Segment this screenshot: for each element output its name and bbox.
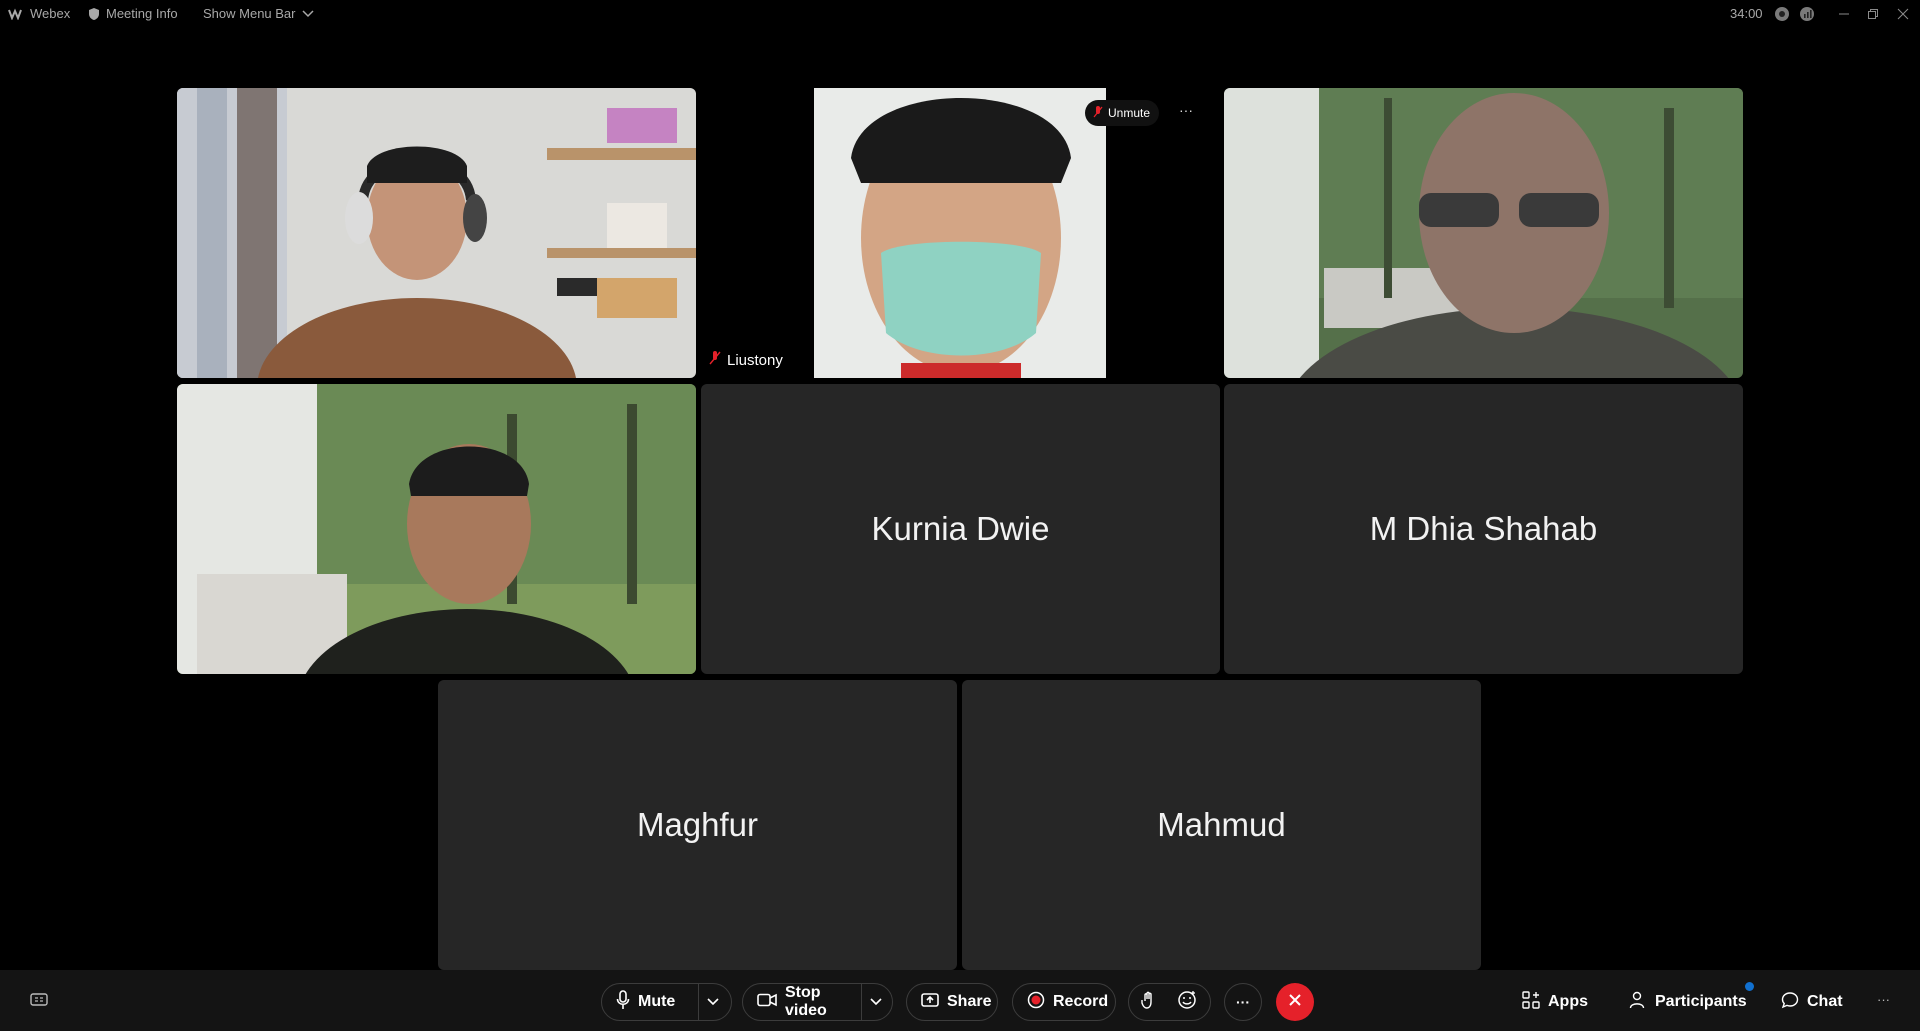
app-title: Webex xyxy=(8,6,70,21)
network-health-icon[interactable] xyxy=(1797,4,1817,24)
mute-label: Mute xyxy=(638,993,676,1010)
more-label: ··· xyxy=(1236,994,1250,1010)
share-label: Share xyxy=(947,993,992,1010)
chat-button[interactable]: Chat xyxy=(1781,983,1843,1021)
raise-hand-button[interactable] xyxy=(1129,984,1169,1020)
video-options-dropdown[interactable] xyxy=(862,984,890,1020)
participants-button[interactable]: Participants xyxy=(1629,983,1747,1021)
participants-icon xyxy=(1629,991,1647,1014)
chat-bubble-icon xyxy=(1781,991,1799,1014)
mic-muted-icon xyxy=(1093,105,1103,122)
overflow-menu-button[interactable]: ··· xyxy=(1877,992,1890,1007)
video-tile-participant-3[interactable] xyxy=(1224,88,1743,378)
video-tile-liustony[interactable]: Unmute ··· Liustony xyxy=(701,88,1220,378)
unmute-button[interactable]: Unmute xyxy=(1085,100,1159,126)
more-options-button[interactable]: ··· xyxy=(1224,983,1262,1021)
apps-grid-icon xyxy=(1522,990,1540,1014)
chevron-down-icon xyxy=(870,993,882,1011)
reactions-button[interactable] xyxy=(1169,984,1197,1020)
shield-icon xyxy=(88,7,100,21)
participant-name: Kurnia Dwie xyxy=(871,510,1050,547)
notification-dot xyxy=(1745,982,1754,991)
captions-icon[interactable] xyxy=(30,992,48,1013)
meeting-controls-bar: Mute Stop video Share Record ··· Apps Pa… xyxy=(0,970,1920,1031)
video-tile-maghfur[interactable]: Maghfur xyxy=(438,680,957,970)
record-label: Record xyxy=(1053,993,1109,1010)
mute-control: Mute xyxy=(601,983,732,1021)
tile-more-options-button[interactable]: ··· xyxy=(1179,102,1193,118)
video-tile-m-dhia-shahab[interactable]: M Dhia Shahab xyxy=(1224,384,1743,674)
mic-muted-icon xyxy=(709,350,721,370)
app-name: Webex xyxy=(30,6,71,21)
participant-video xyxy=(1224,88,1743,378)
meeting-info-label: Meeting Info xyxy=(106,6,178,21)
participant-name: Mahmud xyxy=(1157,806,1286,843)
record-button[interactable]: Record xyxy=(1012,983,1116,1021)
unmute-label: Unmute xyxy=(1108,106,1151,120)
mute-button[interactable]: Mute xyxy=(602,984,698,1020)
participant-name: Liustony xyxy=(727,351,783,369)
microphone-icon xyxy=(616,989,630,1015)
webex-logo-icon xyxy=(8,7,24,20)
raise-hand-icon xyxy=(1141,991,1155,1014)
timer-text: 34:00 xyxy=(1730,6,1763,21)
video-tile-mahmud[interactable]: Mahmud xyxy=(962,680,1481,970)
participant-video xyxy=(177,384,696,674)
share-screen-icon xyxy=(921,992,939,1013)
record-icon xyxy=(1027,991,1045,1014)
chevron-down-icon xyxy=(301,9,314,18)
title-bar: Webex Meeting Info Show Menu Bar 34:00 xyxy=(0,0,1920,30)
restore-icon[interactable] xyxy=(1863,4,1883,24)
meeting-timer: 34:00 xyxy=(1730,6,1763,21)
show-menu-bar-label: Show Menu Bar xyxy=(203,6,296,21)
participant-video xyxy=(177,88,696,378)
apps-button[interactable]: Apps xyxy=(1522,983,1588,1021)
participant-video xyxy=(701,88,1220,378)
end-call-button[interactable] xyxy=(1276,983,1314,1021)
stop-video-button[interactable]: Stop video xyxy=(743,984,861,1020)
meeting-info-button[interactable]: Meeting Info xyxy=(88,6,178,21)
participant-name: Maghfur xyxy=(636,806,759,843)
emoji-reaction-icon xyxy=(1177,990,1197,1015)
audio-options-dropdown[interactable] xyxy=(699,984,727,1020)
video-tile-participant-1[interactable] xyxy=(177,88,696,378)
participants-label: Participants xyxy=(1655,993,1747,1010)
reactions-control xyxy=(1128,983,1211,1021)
video-tile-participant-4[interactable] xyxy=(177,384,696,674)
apps-label: Apps xyxy=(1548,993,1588,1010)
close-window-icon[interactable] xyxy=(1893,4,1913,24)
video-camera-icon xyxy=(757,993,777,1012)
close-icon xyxy=(1288,993,1302,1012)
chevron-down-icon xyxy=(707,993,719,1011)
show-menu-bar-button[interactable]: Show Menu Bar xyxy=(203,6,314,21)
video-control: Stop video xyxy=(742,983,893,1021)
minimize-icon[interactable] xyxy=(1834,4,1854,24)
video-tile-kurnia-dwie[interactable]: Kurnia Dwie xyxy=(701,384,1220,674)
participant-name: M Dhia Shahab xyxy=(1369,510,1598,547)
share-button[interactable]: Share xyxy=(906,983,998,1021)
participant-name-label: Liustony xyxy=(709,350,783,370)
recording-status-icon[interactable] xyxy=(1772,4,1792,24)
chat-label: Chat xyxy=(1807,993,1843,1010)
stop-video-label: Stop video xyxy=(785,984,827,1019)
